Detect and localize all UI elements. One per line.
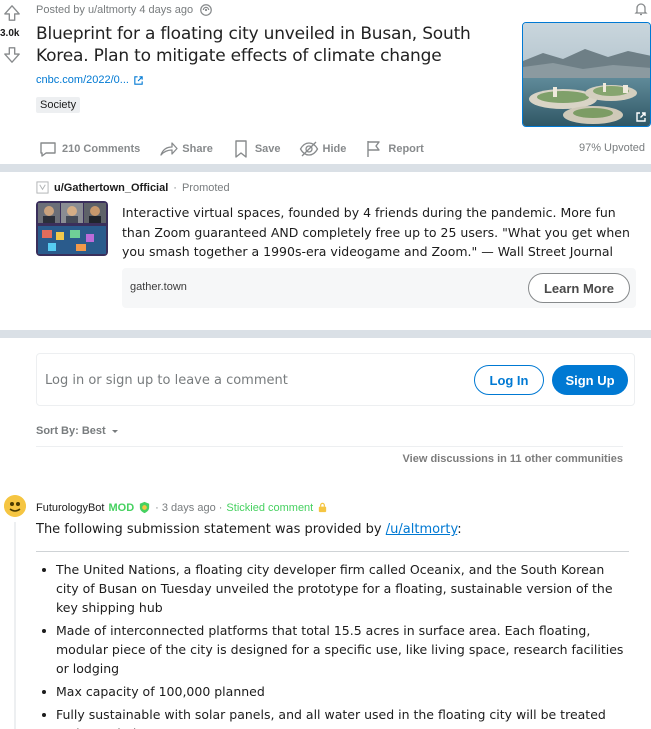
- login-prompt-text: Log in or sign up to leave a comment: [45, 373, 288, 388]
- floating-city-image: [523, 23, 650, 126]
- promoted-user[interactable]: u/Gathertown_Official: [54, 182, 168, 194]
- mod-shield-icon: [140, 501, 150, 514]
- downvote-arrow-icon[interactable]: [3, 46, 21, 64]
- signup-button[interactable]: Sign Up: [552, 365, 628, 395]
- bot-avatar-icon: [4, 495, 26, 517]
- save-label: Save: [254, 143, 281, 155]
- upvote-ratio: 97% Upvoted: [578, 142, 645, 154]
- comment-intro-suffix: :: [457, 522, 462, 537]
- report-label: Report: [388, 143, 424, 155]
- comments-button[interactable]: 210 Comments: [38, 138, 140, 160]
- comment-icon: [40, 142, 56, 157]
- promoted-domain[interactable]: gather.town: [130, 281, 187, 293]
- posted-by[interactable]: Posted by u/altmorty 4 days ago: [36, 4, 193, 16]
- hide-button[interactable]: Hide: [299, 138, 347, 160]
- post-meta: Posted by u/altmorty 4 days ago: [36, 3, 213, 17]
- comment-rule: [36, 551, 629, 552]
- sort-label: Sort By: Best: [36, 425, 106, 437]
- list-item: Fully sustainable with solar panels, and…: [36, 705, 626, 729]
- comment-intro: The following submission statement was p…: [36, 522, 462, 537]
- video-call-image: [36, 201, 108, 256]
- login-prompt-box: Log in or sign up to leave a comment Log…: [36, 353, 635, 406]
- external-link-icon: [134, 75, 143, 85]
- share-icon: [160, 142, 178, 156]
- sort-dropdown[interactable]: Sort By: Best: [36, 425, 122, 437]
- view-discussions-link[interactable]: View discussions in 11 other communities: [403, 453, 623, 465]
- flag-icon: [367, 141, 381, 157]
- list-item: The United Nations, a floating city deve…: [36, 560, 626, 617]
- mod-badge: MOD: [108, 501, 135, 514]
- post-title[interactable]: Blueprint for a floating city unveiled i…: [36, 23, 486, 67]
- notification-bell-icon[interactable]: [633, 1, 649, 17]
- post-thumbnail[interactable]: [522, 22, 651, 127]
- hide-label: Hide: [322, 143, 347, 155]
- comment-avatar[interactable]: [4, 495, 26, 517]
- hide-eye-icon: [299, 141, 318, 157]
- post-actions: 210 Comments Share Save Hide Report: [38, 138, 442, 160]
- caret-down-icon: [111, 430, 118, 433]
- comment-author[interactable]: FuturologyBot: [36, 502, 104, 514]
- save-button[interactable]: Save: [231, 138, 281, 160]
- comment-bullet-list: The United Nations, a floating city deve…: [36, 560, 626, 729]
- post-link[interactable]: cnbc.com/2022/0...: [36, 74, 144, 86]
- stickied-label: Stickied comment: [226, 501, 314, 514]
- promoted-user-icon: [36, 181, 49, 194]
- comment-intro-prefix: The following submission statement was p…: [36, 522, 386, 537]
- list-item: Made of interconnected platforms that to…: [36, 621, 626, 678]
- bookmark-icon: [235, 140, 247, 158]
- section-divider: [0, 330, 651, 338]
- promoted-separator: ·: [173, 181, 177, 194]
- share-label: Share: [182, 143, 213, 155]
- report-button[interactable]: Report: [364, 138, 424, 160]
- list-item: Max capacity of 100,000 planned: [36, 682, 626, 701]
- post-flair[interactable]: Society: [36, 97, 81, 113]
- section-divider: [0, 164, 651, 172]
- comment-header: FuturologyBot MOD · 3 days ago · Stickie…: [36, 501, 328, 514]
- login-button[interactable]: Log In: [474, 365, 544, 395]
- promoted-text[interactable]: Interactive virtual spaces, founded by 4…: [122, 203, 640, 262]
- promoted-thumbnail[interactable]: [36, 201, 108, 256]
- lock-icon: [319, 502, 327, 513]
- share-button[interactable]: Share: [158, 138, 213, 160]
- promoted-link-box[interactable]: gather.town Learn More: [122, 268, 636, 308]
- post-link-text[interactable]: cnbc.com/2022/0...: [36, 74, 129, 86]
- user-link[interactable]: /u/altmorty: [386, 522, 457, 537]
- comments-label: 210 Comments: [62, 143, 141, 155]
- comment-time: · 3 days ago ·: [155, 501, 223, 514]
- sort-divider: [36, 446, 623, 447]
- award-icon[interactable]: [199, 3, 213, 17]
- promoted-header: u/Gathertown_Official · Promoted: [36, 181, 230, 194]
- expand-icon[interactable]: [635, 111, 647, 123]
- comment-thread-line[interactable]: [14, 522, 16, 729]
- upvote-arrow-icon[interactable]: [3, 4, 21, 22]
- vote-score: 3.0k: [0, 28, 20, 39]
- learn-more-button[interactable]: Learn More: [528, 273, 630, 303]
- promoted-label: Promoted: [181, 181, 230, 194]
